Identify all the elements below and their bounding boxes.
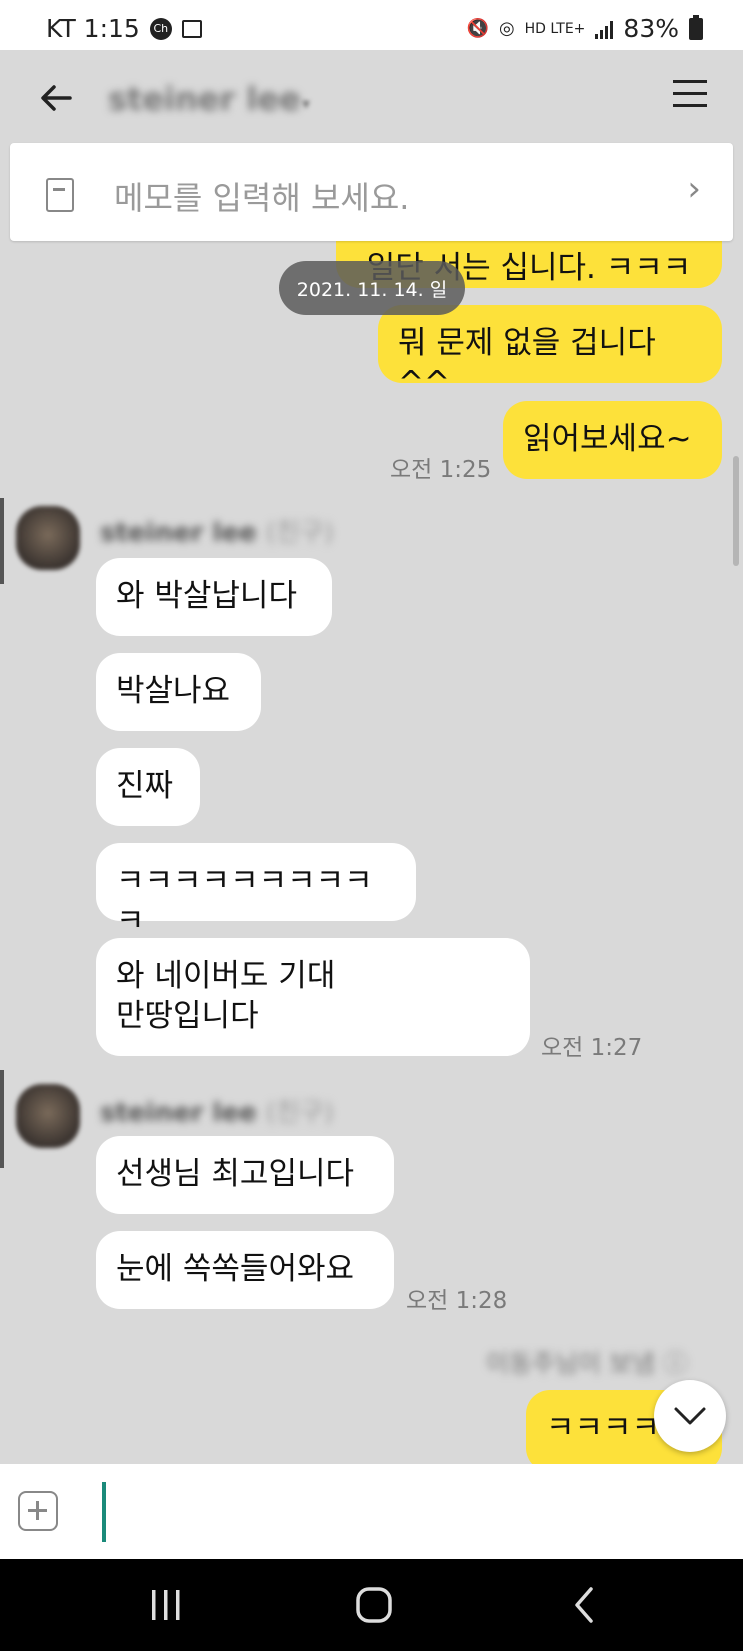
- selection-indicator: [0, 1070, 4, 1168]
- chat-notification-icon: Ch: [149, 17, 172, 40]
- my-message-bubble[interactable]: 뭐 문제 없을 겁니다^^: [378, 305, 722, 401]
- back-arrow-icon[interactable]: [36, 78, 76, 118]
- selection-indicator: [0, 498, 4, 584]
- chevron-left-icon: [575, 1587, 593, 1623]
- hotspot-icon: ◎: [498, 18, 515, 39]
- image-notification-icon: [181, 19, 202, 38]
- sent-by-note: 이동주님이 보냄 ⓘ: [486, 1349, 688, 1378]
- chevron-right-icon: ›: [687, 169, 701, 209]
- status-bar: KT 1:15 Ch 🔇 ◎ HD LTE+ 83%: [0, 0, 743, 50]
- avatar[interactable]: [16, 1084, 80, 1148]
- their-message-bubble[interactable]: 박살나요: [96, 653, 261, 731]
- carrier-time: KT 1:15: [46, 14, 140, 43]
- scrollbar[interactable]: [733, 456, 739, 566]
- message-time: 오전 1:25: [390, 457, 492, 483]
- title-caret-icon[interactable]: ▾: [302, 94, 310, 113]
- mute-vibrate-icon: 🔇: [466, 18, 489, 39]
- plus-icon[interactable]: [18, 1491, 58, 1531]
- home-icon: [356, 1587, 392, 1623]
- chevron-down-icon: [674, 1407, 706, 1425]
- sender-name: steiner lee (친구): [100, 518, 334, 548]
- message-input-bar: [0, 1464, 743, 1559]
- memo-placeholder: 메모를 입력해 보세요.: [114, 179, 410, 217]
- home-button[interactable]: [350, 1583, 398, 1627]
- their-message-bubble[interactable]: 와 네이버도 기대 만땅입니다: [96, 938, 530, 1056]
- their-message-bubble[interactable]: 진짜: [96, 748, 200, 826]
- their-message-bubble[interactable]: 눈에 쏙쏙들어와요: [96, 1231, 394, 1309]
- system-nav-bar: [0, 1559, 743, 1651]
- their-message-bubble[interactable]: 선생님 최고입니다: [96, 1136, 394, 1214]
- my-message-bubble[interactable]: 읽어보세요~: [503, 401, 722, 479]
- their-message-bubble[interactable]: 와 박살납니다: [96, 558, 332, 636]
- chat-header: steiner lee ▾: [0, 50, 743, 145]
- date-divider: 2021. 11. 14. 일: [279, 261, 465, 315]
- chat-title[interactable]: steiner lee: [108, 80, 301, 118]
- memo-icon: [46, 178, 74, 212]
- hamburger-menu-icon[interactable]: [673, 80, 707, 110]
- system-back-button[interactable]: [560, 1583, 608, 1627]
- recent-apps-icon: [152, 1590, 180, 1620]
- memo-bar[interactable]: 메모를 입력해 보세요. ›: [10, 143, 733, 241]
- avatar[interactable]: [16, 506, 80, 570]
- message-time: 오전 1:27: [541, 1035, 643, 1061]
- battery-icon: [689, 14, 703, 40]
- their-message-bubble[interactable]: ㅋㅋㅋㅋㅋㅋㅋㅋㅋㅋ: [96, 843, 416, 939]
- sender-name: steiner lee (친구): [100, 1098, 334, 1128]
- recent-apps-button[interactable]: [142, 1583, 190, 1627]
- signal-icon: [595, 19, 614, 39]
- message-input[interactable]: [100, 1480, 700, 1544]
- battery-percent: 83%: [623, 14, 679, 43]
- scroll-to-bottom-button[interactable]: [654, 1380, 726, 1452]
- network-type: HD LTE+: [524, 20, 586, 37]
- message-time: 오전 1:28: [406, 1288, 508, 1314]
